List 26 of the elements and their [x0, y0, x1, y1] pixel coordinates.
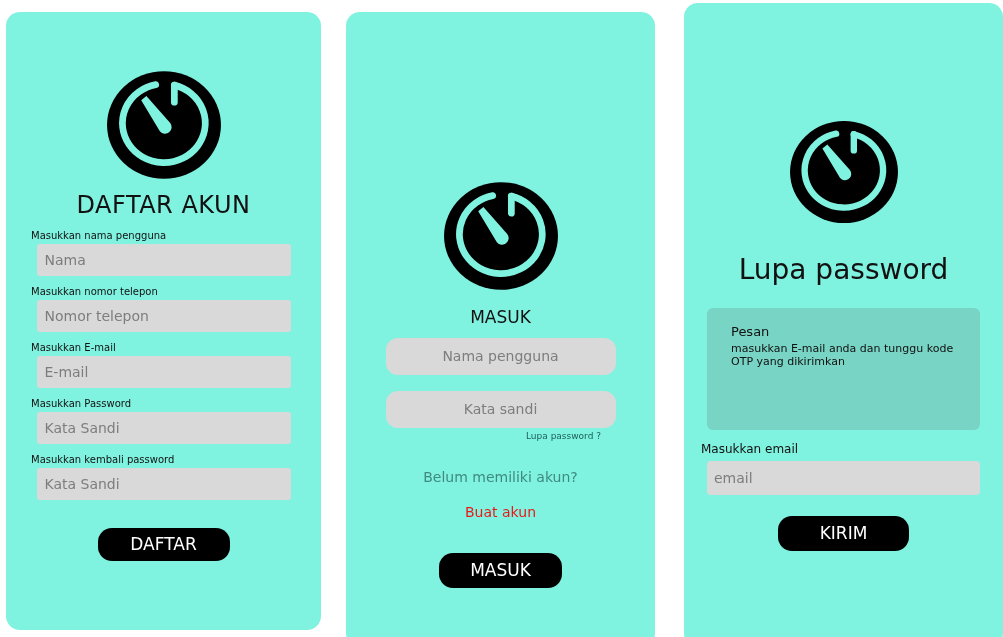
field-label: Masukkan E-mail: [31, 340, 116, 354]
submit-button[interactable]: KIRIM: [778, 515, 909, 551]
field-label: Masukkan Password: [31, 396, 132, 410]
message-heading: Pesan: [731, 323, 770, 342]
stopwatch-logo-icon: [105, 70, 222, 180]
message-text: masukkan E-mail anda dan tunggu kode OTP yang dikirimkan: [731, 341, 955, 369]
field-label: Masukkan nama pengguna: [31, 228, 167, 242]
input-field[interactable]: Kata Sandi: [36, 467, 291, 500]
forgot-password-link[interactable]: Lupa password ?: [526, 429, 601, 444]
field-label: Masukkan nomor telepon: [31, 284, 158, 298]
submit-button[interactable]: MASUK: [439, 553, 562, 589]
input-field[interactable]: Nama pengguna: [385, 337, 616, 375]
screen-title: DAFTAR AKUN: [76, 192, 251, 220]
input-field[interactable]: email: [707, 460, 980, 495]
input-field[interactable]: Nama: [36, 243, 291, 276]
prompt-text: Belum memiliki akun?: [423, 468, 578, 488]
screen-title: MASUK: [470, 308, 531, 328]
stopwatch-logo-icon: [442, 180, 559, 292]
input-field[interactable]: Nomor telepon: [36, 299, 291, 332]
screen-title: Lupa password: [738, 254, 949, 287]
field-label: Masukkan email: [701, 442, 799, 458]
submit-button[interactable]: DAFTAR: [97, 527, 230, 561]
field-label: Masukkan kembali password: [31, 452, 175, 466]
input-field[interactable]: E-mail: [36, 355, 291, 388]
input-field[interactable]: Kata sandi: [385, 390, 616, 428]
input-field[interactable]: Kata Sandi: [36, 411, 291, 444]
